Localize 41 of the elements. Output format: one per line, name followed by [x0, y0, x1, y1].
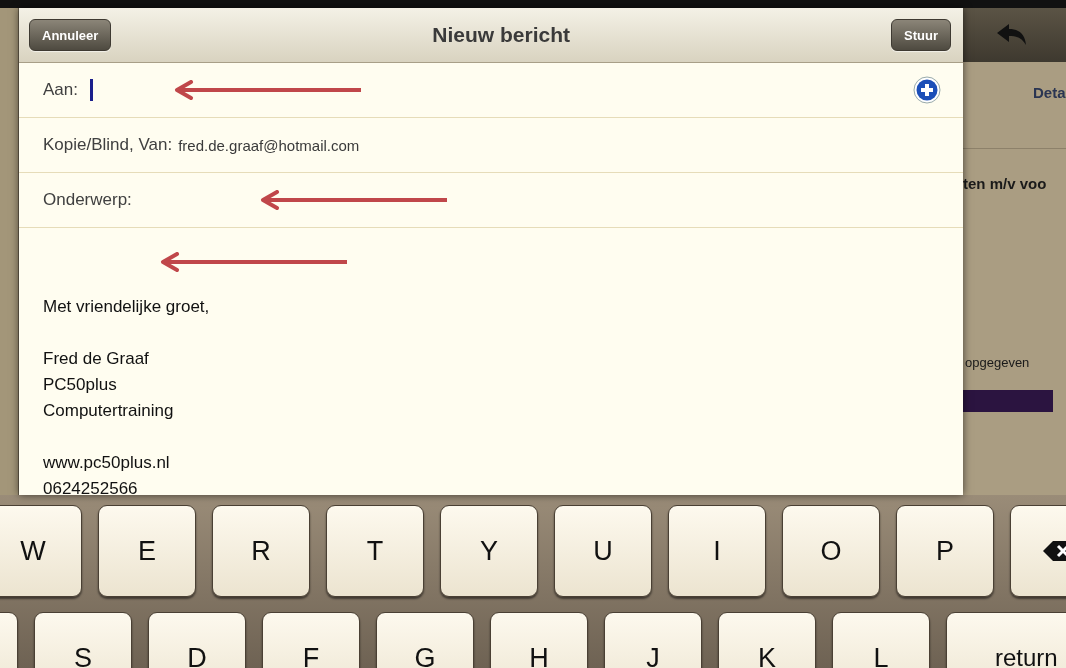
field-row[interactable]: Kopie/Blind, Van: fred.de.graaf@hotmail.com: [19, 118, 963, 173]
field-label: Onderwerp:: [43, 190, 132, 210]
letter-key[interactable]: S: [34, 612, 132, 668]
body-text: Computertraining: [43, 400, 175, 422]
field-label: Aan:: [43, 80, 78, 100]
message-body[interactable]: Met vriendelijke groet, Fred de Graaf PC50plus Computertraining www.pc50plus.nl 0624252566: [19, 228, 963, 495]
body-text: 0624252566: [43, 478, 139, 495]
body-text: Fred de Graaf: [43, 348, 150, 370]
letter-key[interactable]: F: [262, 612, 360, 668]
letter-key[interactable]: H: [490, 612, 588, 668]
detail-label: Deta: [963, 62, 1066, 149]
field-row[interactable]: Onderwerp:: [19, 173, 963, 228]
note-text: opgegeven: [964, 355, 1031, 370]
return-key[interactable]: return: [946, 612, 1066, 668]
letter-key[interactable]: W: [0, 505, 82, 597]
body-text: PC50plus: [43, 374, 118, 396]
letter-key[interactable]: T: [326, 505, 424, 597]
text-cursor: [90, 79, 93, 101]
field-value: fred.de.graaf@hotmail.com: [178, 136, 360, 154]
window-title: Nieuw bericht: [432, 23, 571, 47]
field-label: Kopie/Blind, Van:: [43, 135, 173, 155]
body-text: www.pc50plus.nl: [43, 452, 171, 474]
letter-key[interactable]: O: [782, 505, 880, 597]
send-button[interactable]: Stuur: [891, 19, 951, 51]
letter-key[interactable]: I: [668, 505, 766, 597]
letter-key[interactable]: L: [832, 612, 930, 668]
delete-icon: [1042, 540, 1066, 562]
letter-key[interactable]: P: [896, 505, 994, 597]
letter-key[interactable]: E: [98, 505, 196, 597]
letter-key[interactable]: G: [376, 612, 474, 668]
field-row[interactable]: Aan:: [19, 63, 963, 118]
letter-key[interactable]: J: [604, 612, 702, 668]
list-heading: ten m/v voo: [963, 174, 1048, 194]
letter-key[interactable]: R: [212, 505, 310, 597]
cancel-button[interactable]: Annuleer: [29, 19, 112, 51]
body-text: Met vriendelijke groet,: [43, 296, 211, 318]
letter-key[interactable]: K: [718, 612, 816, 668]
letter-key[interactable]: D: [148, 612, 246, 668]
letter-key[interactable]: U: [554, 505, 652, 597]
letter-key[interactable]: Y: [440, 505, 538, 597]
add-contact-icon[interactable]: [913, 76, 941, 104]
